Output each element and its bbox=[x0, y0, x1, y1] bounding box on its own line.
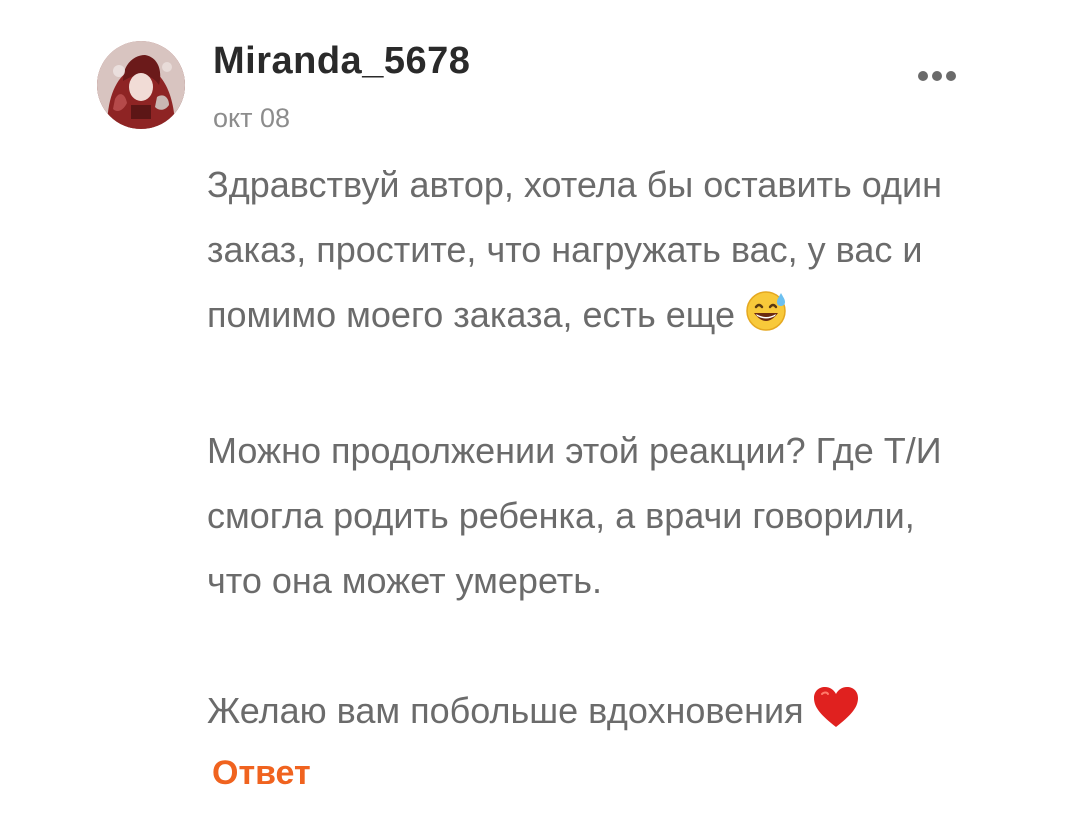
more-options-button[interactable] bbox=[906, 58, 968, 94]
reply-button[interactable]: Ответ bbox=[212, 754, 311, 793]
comment-line: что она может умереть. bbox=[207, 560, 603, 601]
comment-line: Здравствуй автор, хотела бы оставить оди… bbox=[207, 164, 943, 205]
username[interactable]: Miranda_5678 bbox=[213, 40, 470, 83]
comment-line: Можно продолжении этой реакции? Где Т/И bbox=[207, 430, 942, 471]
comment-line: Желаю вам побольше вдохновения bbox=[207, 678, 1027, 749]
more-horizontal-icon-dot bbox=[946, 71, 956, 81]
more-horizontal-icon-dot bbox=[932, 71, 942, 81]
comment-card: Miranda_5678 окт 08 Здравствуй автор, хо… bbox=[0, 0, 1080, 816]
avatar[interactable] bbox=[97, 41, 185, 129]
more-horizontal-icon bbox=[918, 71, 928, 81]
comment-line: заказ, простите, что нагружать вас, у ва… bbox=[207, 229, 923, 270]
comment-line: помимо моего заказа, есть еще bbox=[207, 282, 1027, 353]
grinning-face-with-sweat-icon bbox=[743, 287, 789, 353]
red-heart-icon bbox=[812, 684, 860, 749]
comment-line: смогла родить ребенка, а врачи говорили, bbox=[207, 495, 915, 536]
comment-date: окт 08 bbox=[213, 103, 291, 133]
comment-line-text: Желаю вам побольше вдохновения bbox=[207, 690, 804, 731]
comment-body: Здравствуй автор, хотела бы оставить оди… bbox=[207, 152, 1027, 749]
comment-line-text: помимо моего заказа, есть еще bbox=[207, 294, 736, 335]
avatar-image bbox=[97, 41, 185, 129]
